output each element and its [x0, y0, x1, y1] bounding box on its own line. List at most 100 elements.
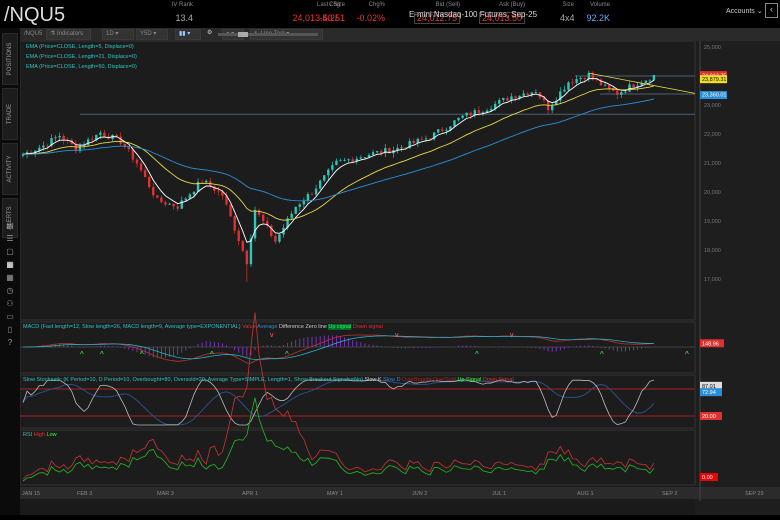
- candle: [359, 157, 363, 159]
- candle: [534, 92, 538, 94]
- left-sidebar: POSITIONS TRADE ACTIVITY ALERTS ▤ ☰ ▢ ▦ …: [0, 28, 20, 515]
- date-axis-label: JUN 2: [412, 491, 427, 497]
- window-icon[interactable]: ▢: [5, 247, 15, 256]
- candle: [160, 197, 163, 203]
- symbol-title[interactable]: /NQU5: [4, 4, 65, 27]
- tab-trade[interactable]: TRADE: [2, 88, 18, 140]
- price-axis-label: 20,000: [704, 190, 721, 196]
- candle: [229, 204, 232, 217]
- stoch-item: Slow K: [364, 377, 382, 383]
- tab-positions[interactable]: POSITIONS: [2, 33, 18, 85]
- studies-button[interactable]: ⚗ Indicators: [46, 29, 91, 40]
- candle: [237, 230, 240, 242]
- chevron-down-icon: ⌄: [756, 8, 763, 15]
- document-icon[interactable]: ▭: [5, 312, 15, 321]
- candle: [498, 99, 501, 104]
- date-axis-label: JAN 15: [22, 491, 40, 497]
- candle: [164, 202, 167, 205]
- candle: [575, 79, 578, 83]
- ema21-legend: EMA (Price=CLOSE, Length=21, Displace=0): [26, 54, 137, 60]
- chart-style-select[interactable]: ▮▮ ▾: [175, 29, 201, 40]
- chevron-left-icon: ‹: [770, 4, 773, 14]
- table-icon[interactable]: ▦: [5, 273, 15, 282]
- price-axis-label: 22,000: [704, 132, 721, 138]
- candle: [147, 176, 151, 188]
- candle: [152, 187, 155, 196]
- date-axis-label: APR 1: [242, 491, 258, 497]
- date-axis-label: MAY 1: [327, 491, 343, 497]
- candle: [261, 214, 265, 222]
- up-signal-arrow: ^: [685, 350, 689, 359]
- candle: [200, 182, 204, 183]
- rsi-legend: RSI High Low: [23, 432, 57, 438]
- candle: [526, 93, 529, 96]
- zoom-slider-handle[interactable]: [238, 32, 248, 37]
- chart-area[interactable]: 25,000 23,000 22,000 21,000 20,000 19,000 18,0…: [19, 40, 780, 515]
- candle: [90, 139, 94, 141]
- stoch-item: OverSold: [432, 377, 456, 383]
- interval-select[interactable]: Y5D ▾: [136, 29, 168, 40]
- quote-value: 92.2K: [586, 13, 610, 23]
- gear-icon[interactable]: ⚙: [204, 29, 215, 40]
- up-signal-arrow: ^: [140, 350, 144, 359]
- date-axis-label: AUG 1: [577, 491, 594, 497]
- ema50-legend: EMA (Price=CLOSE, Length=50, Displace=0): [26, 64, 137, 70]
- period-select[interactable]: 1D ▾: [102, 29, 134, 40]
- book-icon[interactable]: ▯: [5, 325, 15, 334]
- quote-value: -4.25: [319, 13, 340, 23]
- tab-label: ACTIVITY: [7, 155, 13, 183]
- candle: [522, 93, 525, 96]
- candle: [204, 180, 208, 183]
- candle: [339, 160, 342, 162]
- candle: [335, 160, 338, 166]
- flask-icon: ⚗: [50, 31, 58, 37]
- candle: [648, 80, 652, 82]
- accounts-label: Accounts: [726, 8, 755, 15]
- candle: [620, 92, 623, 95]
- candle: [310, 194, 314, 195]
- tab-activity[interactable]: ACTIVITY: [2, 143, 18, 195]
- list-icon[interactable]: ☰: [5, 234, 15, 243]
- candle: [502, 97, 505, 100]
- candle: [607, 84, 611, 89]
- candle: [506, 97, 509, 101]
- candle: [420, 138, 424, 140]
- candle: [579, 77, 582, 80]
- instrument-description: E-mini Nasdaq-100 Futures, Sep-25: [409, 10, 538, 19]
- grid-icon[interactable]: ▤: [5, 221, 15, 230]
- zoom-slider[interactable]: [218, 33, 318, 36]
- date-axis-label: MAR 3: [157, 491, 174, 497]
- price-axis-label: 18,000: [704, 248, 721, 254]
- interval-value: Y5D: [140, 31, 152, 37]
- price-chart[interactable]: 25,000 23,000 22,000 21,000 20,000 19,000 18,0…: [19, 40, 780, 515]
- macd-item: Value: [242, 324, 256, 330]
- candle: [583, 77, 586, 80]
- rsi-item: High: [33, 432, 46, 438]
- candle: [351, 159, 354, 162]
- candle: [241, 241, 245, 251]
- candle: [424, 138, 428, 140]
- price-axis-label: 21,000: [704, 161, 721, 167]
- help-icon[interactable]: ?: [5, 338, 15, 347]
- quote-label: Volume: [589, 2, 610, 8]
- tab-alerts[interactable]: ALERTS: [2, 198, 18, 238]
- chart-icon[interactable]: ▦: [5, 260, 15, 269]
- candle: [318, 180, 322, 189]
- toolbar-symbol: /NQU5: [24, 31, 43, 37]
- candle: [306, 194, 310, 201]
- clock-icon[interactable]: ◷: [5, 286, 15, 295]
- quote-label: Chg%: [368, 2, 385, 8]
- stoch-tag-label: 72.94: [702, 390, 716, 396]
- candle: [253, 209, 257, 239]
- quote-label: Ask (Buy): [498, 2, 525, 8]
- stoch-item: OverBought: [402, 377, 432, 383]
- macd-item: Zero line: [305, 324, 327, 330]
- macd-title: MACD (Fast length=12, Slow length=26, MA…: [23, 324, 241, 330]
- collapse-button[interactable]: ‹: [765, 3, 778, 18]
- accounts-menu[interactable]: Accounts ⌄: [726, 7, 763, 15]
- candle: [445, 129, 448, 131]
- candle: [54, 137, 57, 139]
- price-axis-label: 25,000: [704, 45, 721, 51]
- people-icon[interactable]: ⚇: [5, 299, 15, 308]
- macd-legend: MACD (Fast length=12, Slow length=26, MA…: [23, 324, 383, 330]
